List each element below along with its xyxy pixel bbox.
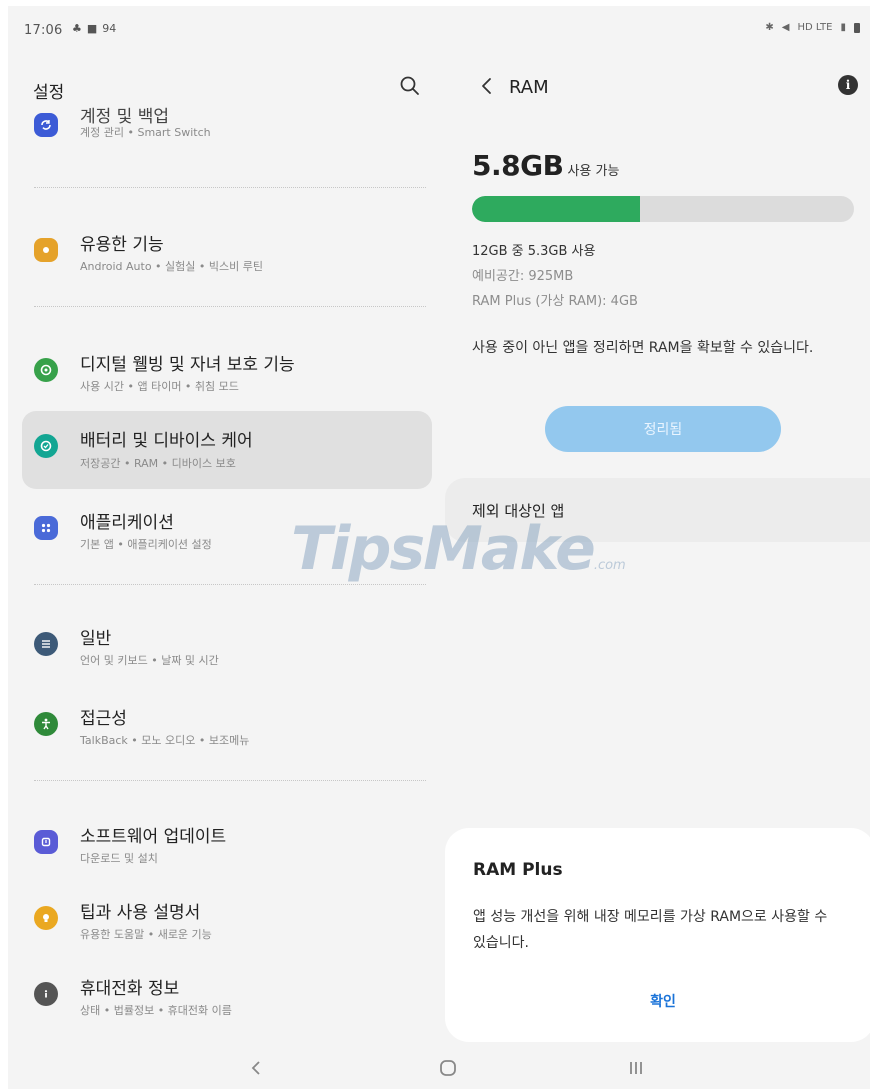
- settings-item-subtitle: Android Auto • 실험실 • 빅스비 루틴: [80, 260, 263, 273]
- ram-usage-text: 12GB 중 5.3GB 사용: [472, 244, 596, 259]
- settings-title: 설정: [33, 83, 65, 103]
- settings-item-title: 일반: [80, 629, 112, 649]
- mute-icon: ◀: [781, 22, 790, 33]
- ram-usage-fill: [472, 196, 641, 222]
- puzzle-icon: [34, 238, 58, 262]
- settings-item-title: 유용한 기능: [80, 235, 164, 255]
- ram-available-value: 5.8GB: [472, 149, 564, 182]
- settings-item-accessibility[interactable]: 접근성 TalkBack • 모노 오디오 • 보조메뉴: [22, 692, 432, 764]
- navigation-bar: [8, 1046, 870, 1089]
- system-icons: ✱ ◀ HD LTE ▮: [765, 22, 860, 33]
- dialog-body: 앱 성능 개선을 위해 내장 메모리를 가상 RAM으로 사용할 수 있습니다.: [473, 909, 828, 951]
- ram-available-label: 사용 가능: [567, 164, 620, 179]
- network-label: HD LTE: [797, 22, 833, 33]
- section-divider: [34, 306, 426, 307]
- settings-item-title: 소프트웨어 업데이트: [80, 827, 227, 847]
- nav-back-button[interactable]: [236, 1054, 276, 1082]
- bulb-icon: [34, 906, 58, 930]
- apps-icon: [34, 516, 58, 540]
- settings-item-general[interactable]: 일반 언어 및 키보드 • 날짜 및 시간: [22, 612, 432, 684]
- settings-item-accounts-backup[interactable]: 계정 및 백업 계정 관리 • Smart Switch: [22, 106, 432, 162]
- info-button[interactable]: i: [838, 75, 858, 95]
- dialog-ok-button[interactable]: 확인: [635, 988, 691, 1014]
- settings-item-title: 접근성: [80, 709, 127, 729]
- chevron-left-icon: [482, 78, 491, 94]
- settings-item-subtitle: 언어 및 키보드 • 날짜 및 시간: [80, 654, 219, 667]
- settings-item-title: 휴대전화 정보: [80, 979, 180, 999]
- signal-icon: ▮: [840, 22, 846, 33]
- settings-item-phone-info[interactable]: 휴대전화 정보 상태 • 법률정보 • 휴대전화 이름: [22, 962, 432, 1034]
- section-divider: [34, 187, 426, 188]
- section-divider: [34, 584, 426, 585]
- nav-home-icon: [440, 1060, 456, 1076]
- watermark-text: TipsMake: [291, 514, 596, 584]
- settings-item-subtitle: 유용한 도움말 • 새로운 기능: [80, 928, 212, 941]
- ram-plus-text: RAM Plus (가상 RAM): 4GB: [472, 294, 638, 309]
- settings-item-title: 팁과 사용 설명서: [80, 903, 201, 923]
- accessibility-icon: [34, 712, 58, 736]
- nav-recents-button[interactable]: [616, 1054, 656, 1082]
- settings-item-subtitle: 계정 관리 • Smart Switch: [80, 126, 211, 139]
- info-icon: [34, 982, 58, 1006]
- sliders-icon: [34, 632, 58, 656]
- bluetooth-icon: ✱: [765, 22, 774, 33]
- sync-icon: [34, 113, 58, 137]
- settings-item-title: 디지털 웰빙 및 자녀 보호 기능: [80, 355, 295, 375]
- settings-item-subtitle: 상태 • 법률정보 • 휴대전화 이름: [80, 1004, 232, 1017]
- settings-item-title: 배터리 및 디바이스 케어: [80, 431, 253, 451]
- ram-available: 5.8GB 사용 가능: [472, 149, 619, 182]
- settings-item-battery-device-care[interactable]: 배터리 및 디바이스 케어 저장공간 • RAM • 디바이스 보호: [22, 411, 432, 489]
- notification-count: 94: [102, 22, 117, 35]
- device-care-icon: [34, 434, 58, 458]
- settings-item-advanced-features[interactable]: 유용한 기능 Android Auto • 실험실 • 빅스비 루틴: [22, 218, 432, 290]
- settings-item-subtitle: TalkBack • 모노 오디오 • 보조메뉴: [80, 734, 250, 747]
- battery-icon: [854, 22, 860, 33]
- ram-reserved-text: 예비공간: 925MB: [472, 269, 574, 284]
- notification-icons: ♣ ■ 94: [72, 22, 116, 35]
- clean-button[interactable]: 정리됨: [545, 406, 781, 452]
- settings-item-tips-manual[interactable]: 팁과 사용 설명서 유용한 도움말 • 새로운 기능: [22, 886, 432, 958]
- info-icon: i: [845, 78, 851, 92]
- search-icon: [400, 76, 419, 95]
- settings-item-subtitle: 저장공간 • RAM • 디바이스 보호: [80, 457, 236, 470]
- settings-item-subtitle: 다운로드 및 설치: [80, 852, 158, 865]
- watermark-suffix: .com: [593, 558, 626, 573]
- settings-item-software-update[interactable]: 소프트웨어 업데이트 다운로드 및 설치: [22, 810, 432, 882]
- message-icon: ■: [86, 22, 98, 35]
- dialog-title: RAM Plus: [473, 860, 563, 880]
- notification-icon: ♣: [72, 22, 82, 35]
- back-button[interactable]: [475, 72, 501, 100]
- settings-item-title: 애플리케이션: [80, 513, 174, 533]
- update-icon: [34, 830, 58, 854]
- settings-item-subtitle: 사용 시간 • 앱 타이머 • 취침 모드: [80, 380, 239, 393]
- nav-recents-icon: [630, 1062, 642, 1074]
- section-divider: [34, 780, 426, 781]
- watermark: TipsMake.com: [291, 514, 626, 584]
- ram-plus-dialog: RAM Plus 앱 성능 개선을 위해 내장 메모리를 가상 RAM으로 사용…: [445, 828, 870, 1042]
- settings-item-digital-wellbeing[interactable]: 디지털 웰빙 및 자녀 보호 기능 사용 시간 • 앱 타이머 • 취침 모드: [22, 338, 432, 410]
- ram-page-title: RAM: [509, 77, 549, 98]
- search-button[interactable]: [396, 72, 424, 100]
- status-time: 17:06: [24, 23, 63, 38]
- settings-item-subtitle: 기본 앱 • 애플리케이션 설정: [80, 538, 212, 551]
- nav-back-icon: [251, 1061, 260, 1075]
- ram-description: 사용 중이 아닌 앱을 정리하면 RAM을 확보할 수 있습니다.: [472, 340, 814, 356]
- ram-usage-bar: [472, 196, 854, 222]
- device-screen: 17:06 ♣ ■ 94 ✱ ◀ HD LTE ▮ 설정 계정 및 백업 계정 …: [8, 6, 870, 1089]
- nav-home-button[interactable]: [428, 1054, 468, 1082]
- status-bar: 17:06 ♣ ■ 94 ✱ ◀ HD LTE ▮: [8, 6, 870, 56]
- wellbeing-icon: [34, 358, 58, 382]
